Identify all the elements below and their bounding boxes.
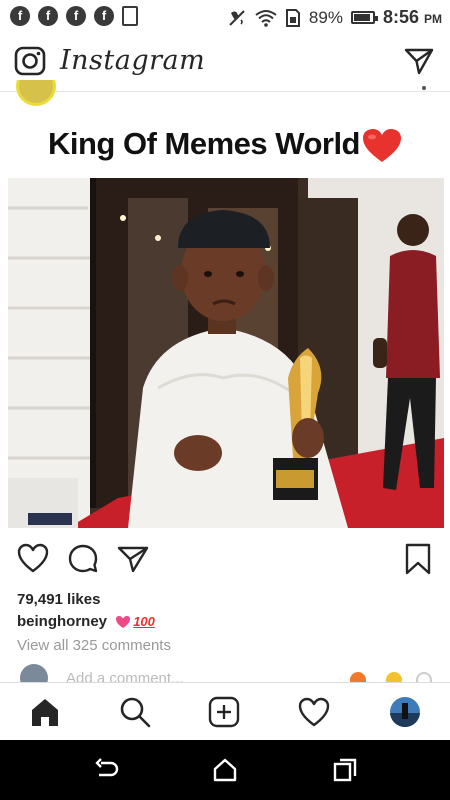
search-icon[interactable] <box>118 695 152 729</box>
clock-time: 8:56 <box>382 7 419 27</box>
battery-percent: 89% <box>308 7 343 27</box>
home-icon[interactable] <box>212 757 238 783</box>
home-icon[interactable] <box>28 695 62 729</box>
facebook-icon: f <box>94 6 114 26</box>
laugh-emoji-icon[interactable] <box>386 672 402 682</box>
notification-icons: f f f f <box>10 6 138 26</box>
direct-send-icon[interactable] <box>404 47 434 75</box>
status-bar: f f f f 89% 8:56 PM <box>0 0 450 33</box>
facebook-icon: f <box>10 6 30 26</box>
comment-row: beinghorney 100 <box>17 613 155 630</box>
add-comment-row: Add a comment... <box>0 662 450 682</box>
profile-avatar[interactable] <box>388 695 422 729</box>
photo-scene <box>8 178 444 528</box>
activity-heart-icon[interactable] <box>297 695 331 729</box>
post-author-avatar[interactable] <box>16 80 56 106</box>
tablet-icon <box>122 6 138 26</box>
red-heart-emoji-icon <box>363 128 401 162</box>
post-actions <box>0 540 450 580</box>
post-photo[interactable] <box>8 178 444 528</box>
bookmark-icon[interactable] <box>404 543 432 575</box>
battery-icon <box>350 11 378 24</box>
more-options-icon[interactable] <box>422 86 426 90</box>
fire-emoji-icon[interactable] <box>350 672 366 682</box>
pink-heart-emoji-icon <box>116 616 131 629</box>
camera-icon[interactable] <box>14 46 46 76</box>
comment-username[interactable]: beinghorney <box>17 613 107 630</box>
facebook-icon: f <box>38 6 58 26</box>
back-icon[interactable] <box>93 757 119 783</box>
instagram-logo: Instagram <box>60 45 206 76</box>
system-navigation-bar <box>0 740 450 800</box>
like-heart-icon[interactable] <box>17 543 49 573</box>
sim-icon <box>285 8 300 27</box>
wifi-icon <box>255 9 277 27</box>
caption-text: King Of Memes World <box>47 126 361 161</box>
clock-ampm: PM <box>424 12 442 26</box>
add-emoji-icon[interactable] <box>416 672 432 682</box>
add-comment-input[interactable]: Add a comment... <box>66 670 184 682</box>
app-header: Instagram <box>0 33 450 92</box>
view-all-comments[interactable]: View all 325 comments <box>17 637 171 654</box>
likes-count[interactable]: 79,491 likes <box>17 591 100 608</box>
user-avatar <box>20 664 48 682</box>
share-icon[interactable] <box>117 545 149 573</box>
facebook-icon: f <box>66 6 86 26</box>
bottom-tab-bar <box>0 682 450 741</box>
clock: 8:56 PM <box>383 7 442 28</box>
mute-vibrate-icon <box>229 9 245 26</box>
system-status: 89% 8:56 PM <box>227 7 442 28</box>
recents-icon[interactable] <box>332 757 358 783</box>
new-post-icon[interactable] <box>207 695 241 729</box>
comment-icon[interactable] <box>67 543 99 575</box>
hundred-emoji-icon: 100 <box>133 614 155 629</box>
post-image-caption: King Of Memes World <box>0 126 450 164</box>
